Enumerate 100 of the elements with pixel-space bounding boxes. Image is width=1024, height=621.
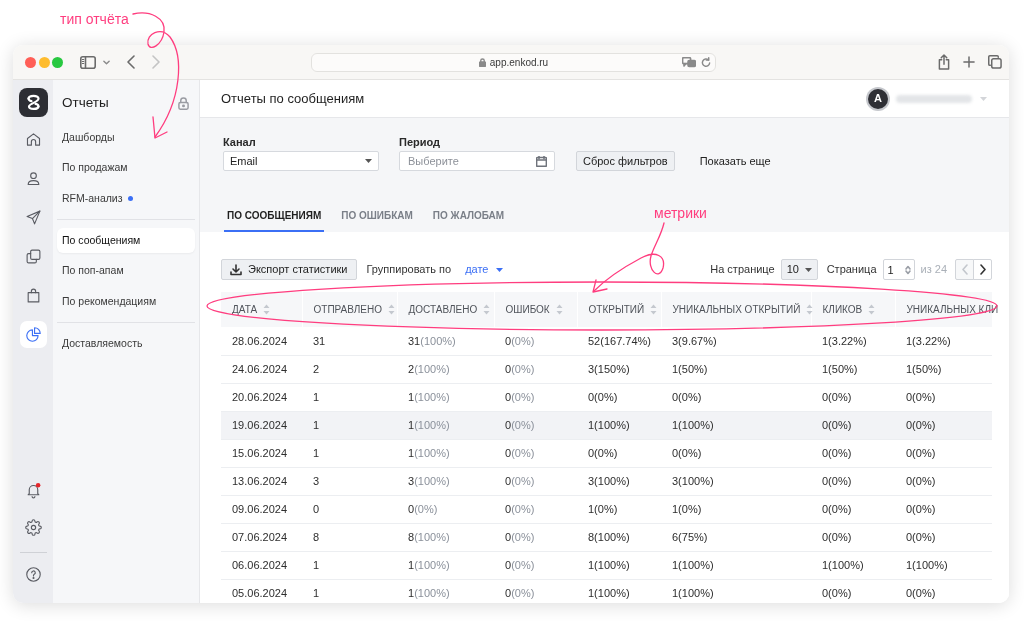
table-cell: 1(50%)	[895, 355, 992, 383]
chevron-left-icon	[961, 264, 968, 275]
sidebar-item[interactable]: Доставляемость	[57, 331, 195, 356]
overlapping-squares-icon[interactable]	[988, 55, 1002, 69]
pie-chart-icon	[24, 326, 42, 343]
logo-icon[interactable]	[18, 88, 48, 117]
lock-icon[interactable]	[178, 96, 189, 110]
chevron-down-icon[interactable]	[103, 59, 110, 65]
sidebar-item[interactable]: По продажам	[57, 155, 195, 181]
column-header-label: УНИКАЛЬНЫХ ОТКРЫТИЙ	[672, 302, 801, 317]
table-cell: 0(0%)	[811, 383, 895, 411]
table-cell: 1(100%)	[397, 383, 494, 411]
table-cell: 1(0%)	[577, 495, 661, 523]
table-cell: 0(0%)	[397, 495, 494, 523]
per-page-label: На странице	[710, 262, 775, 278]
table-cell: 8	[302, 523, 397, 551]
address-bar[interactable]: app.enkod.ru	[311, 52, 716, 72]
calendar-icon	[536, 155, 547, 167]
table-cell: 1(100%)	[397, 551, 494, 579]
table-cell: 15.06.2024	[221, 439, 302, 467]
table-cell: 0(0%)	[494, 355, 577, 383]
table-cell: 0(0%)	[577, 383, 661, 411]
table-cell: 1(100%)	[577, 551, 661, 579]
sidebar-toggle-icon[interactable]	[80, 55, 96, 69]
column-header[interactable]: ОТКРЫТИЙ	[577, 292, 661, 327]
table-cell: 1	[302, 551, 397, 579]
reset-filters-button[interactable]: Сброс фильтров	[576, 151, 675, 171]
column-header-label: ДОСТАВЛЕНО	[408, 303, 478, 317]
tab[interactable]: ПО ЖАЛОБАМ	[429, 208, 508, 232]
table-cell: 3(100%)	[661, 467, 811, 495]
maximize-window-button[interactable]	[52, 56, 63, 68]
table-cell: 0(0%)	[811, 467, 895, 495]
annotation-label: тип отчёта	[60, 10, 129, 29]
table-cell: 31	[302, 327, 397, 355]
table-cell: 0(0%)	[661, 439, 811, 467]
sidebar-item[interactable]: По сообщениям	[57, 228, 195, 253]
column-header[interactable]: УНИКАЛЬНЫХ ОТКРЫТИЙ	[661, 292, 811, 327]
field-label: Канал	[223, 135, 257, 149]
help-icon	[24, 566, 42, 583]
copy-icon	[24, 248, 42, 265]
table-cell: 13.06.2024	[221, 467, 302, 495]
pie-chart-button[interactable]	[19, 321, 47, 348]
lock-icon	[478, 57, 486, 67]
stepper-icon[interactable]	[904, 264, 911, 275]
export-button[interactable]: Экспорт статистики	[221, 259, 357, 280]
table-cell: 3(9.67%)	[661, 327, 811, 355]
column-header-label: ОТКРЫТИЙ	[588, 302, 645, 317]
column-header[interactable]: ОШИБОК	[494, 292, 577, 327]
tab[interactable]: ПО ОШИБКАМ	[338, 208, 416, 232]
channel-select[interactable]: Email	[223, 151, 379, 171]
avatar[interactable]: A	[868, 88, 888, 109]
group-by-select[interactable]: дате	[465, 261, 504, 278]
column-header[interactable]: ДОСТАВЛЕНО	[397, 292, 494, 327]
close-window-button[interactable]	[25, 56, 36, 68]
table-cell: 31(100%)	[397, 327, 494, 355]
sidebar-title: Отчеты	[62, 93, 109, 112]
download-icon	[230, 263, 242, 276]
plus-icon[interactable]	[963, 56, 975, 68]
column-header[interactable]: ДАТА	[221, 292, 302, 327]
table-cell: 0	[302, 495, 397, 523]
annotation-label: метрики	[654, 204, 707, 223]
group-by-label: Группировать по	[366, 262, 452, 278]
caret-down-icon	[804, 267, 812, 272]
table-cell: 0(0%)	[494, 495, 577, 523]
next-page-button[interactable]	[973, 259, 992, 280]
table-cell: 6(75%)	[661, 523, 811, 551]
reload-icon[interactable]	[701, 56, 711, 68]
column-header[interactable]: КЛИКОВ	[811, 292, 895, 327]
table-cell: 0(0%)	[494, 439, 577, 467]
home-icon	[24, 131, 42, 148]
sidebar-item[interactable]: По рекомендациям	[57, 289, 195, 314]
table-cell: 1(100%)	[577, 411, 661, 439]
paper-plane-icon	[24, 209, 42, 226]
column-header[interactable]: ОТПРАВЛЕНО	[302, 292, 397, 327]
sidebar-item[interactable]: Дашборды	[57, 125, 195, 150]
column-header-label: ОШИБОК	[505, 303, 550, 317]
table-cell: 24.06.2024	[221, 355, 302, 383]
table-cell: 1(100%)	[397, 411, 494, 439]
table-cell: 0(0%)	[895, 439, 992, 467]
page-label: Страница	[826, 262, 877, 278]
date-field[interactable]: Выберите	[399, 151, 555, 171]
table-cell: 0(0%)	[811, 523, 895, 551]
table-cell: 0(0%)	[895, 523, 992, 551]
table-cell: 28.06.2024	[221, 327, 302, 355]
table-cell: 2	[302, 355, 397, 383]
sidebar-item[interactable]: По поп-апам	[57, 258, 195, 284]
page-number-field[interactable]: 1	[882, 259, 915, 280]
sidebar-item[interactable]: RFM-анализ	[57, 186, 195, 211]
table-cell: 3(150%)	[577, 355, 661, 383]
table-cell: 0(0%)	[577, 439, 661, 467]
table-cell: 8(100%)	[397, 523, 494, 551]
column-header-label: ДАТА	[232, 303, 258, 317]
table-cell: 1(50%)	[661, 355, 811, 383]
per-page-select[interactable]: 10	[780, 259, 818, 280]
table-cell: 1(3.22%)	[811, 327, 895, 355]
table-cell: 07.06.2024	[221, 523, 302, 551]
share-icon[interactable]	[938, 54, 950, 70]
show-more-link[interactable]: Показать еще	[699, 151, 771, 171]
speech-bubbles-icon[interactable]	[682, 56, 696, 68]
caret-down-icon	[980, 96, 987, 101]
